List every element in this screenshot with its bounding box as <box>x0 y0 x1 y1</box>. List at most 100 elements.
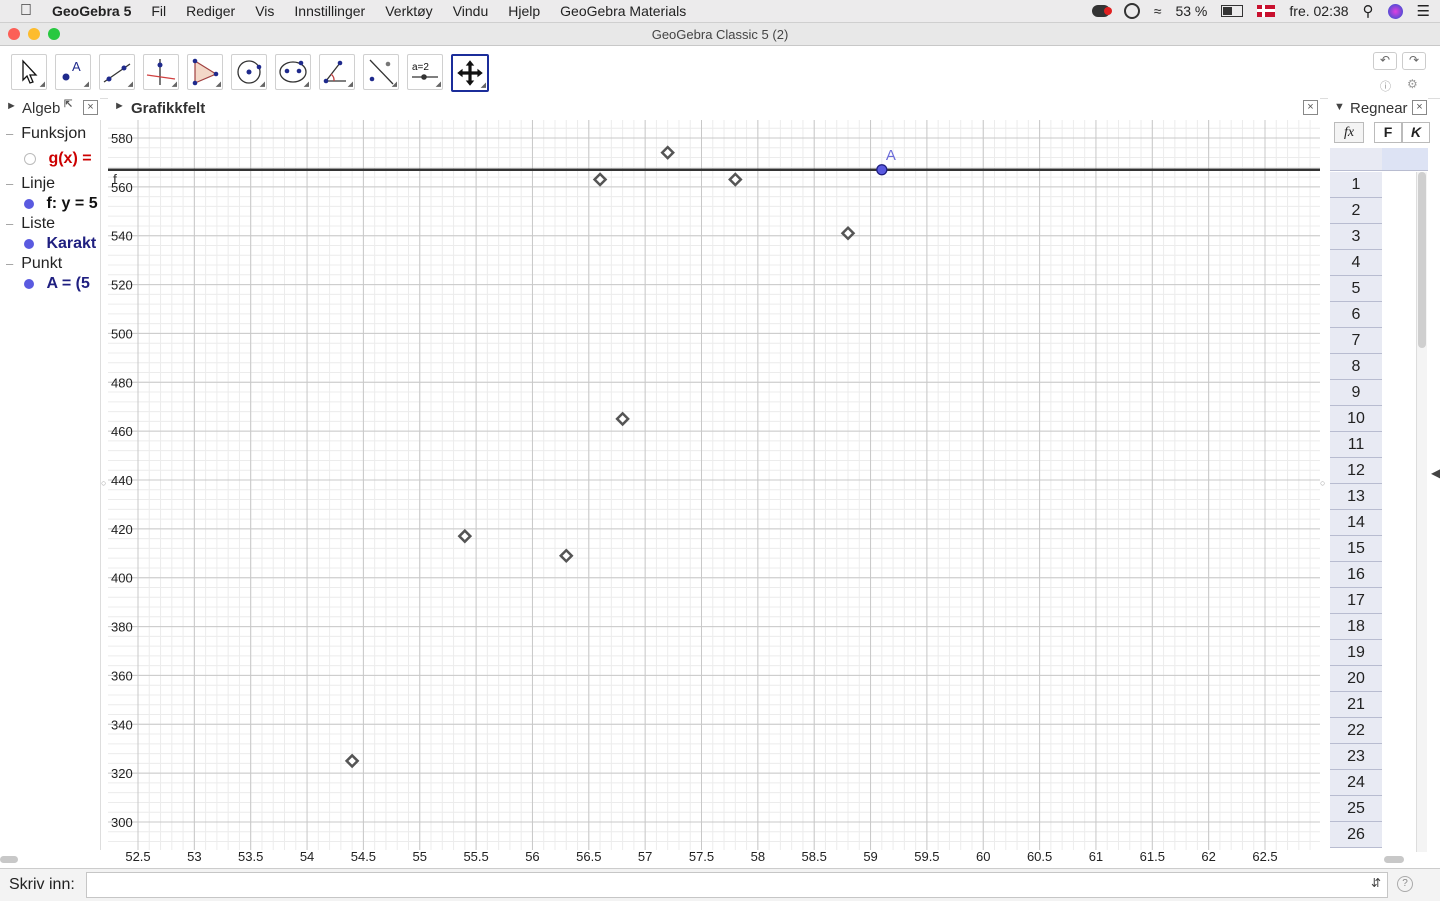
notification-center-icon[interactable]: ☰ <box>1417 2 1430 20</box>
row-header[interactable]: 19 <box>1330 640 1382 666</box>
face-icon[interactable] <box>1123 3 1140 19</box>
menu-verktoy[interactable]: Verktøy <box>385 3 432 19</box>
row-header[interactable]: 26 <box>1330 822 1382 848</box>
ellipse-tool-button[interactable]: ◢ <box>275 54 311 90</box>
row-header[interactable]: 13 <box>1330 484 1382 510</box>
menu-vis[interactable]: Vis <box>255 3 274 19</box>
collapse-minus-icon[interactable]: – <box>6 126 13 141</box>
perpendicular-line-tool-button[interactable]: ◢ <box>143 54 179 90</box>
close-spreadsheet-icon[interactable]: × <box>1412 100 1427 115</box>
row-header[interactable]: 16 <box>1330 562 1382 588</box>
collapse-triangle-icon[interactable]: ► <box>114 100 125 112</box>
algebra-group-header[interactable]: – Funksjon <box>6 125 86 143</box>
row-header[interactable]: 20 <box>1330 666 1382 692</box>
input-help-icon[interactable]: ? <box>1397 876 1413 892</box>
row-header[interactable]: 23 <box>1330 744 1382 770</box>
row-header[interactable]: 10 <box>1330 406 1382 432</box>
row-header[interactable]: 8 <box>1330 354 1382 380</box>
row-header[interactable]: 9 <box>1330 380 1382 406</box>
corner-cell[interactable] <box>1330 148 1382 171</box>
algebra-panel-header[interactable]: ► Algeb ⇱ × <box>0 98 100 120</box>
algebra-item[interactable]: g(x) = <box>24 150 92 168</box>
redo-button[interactable]: ↷ <box>1402 52 1426 70</box>
menu-geogebra-materials[interactable]: GeoGebra Materials <box>560 3 686 19</box>
visibility-toggle-icon[interactable] <box>24 238 34 249</box>
row-header[interactable]: 6 <box>1330 302 1382 328</box>
visibility-toggle-icon[interactable] <box>24 278 34 289</box>
command-input[interactable]: ⇵ <box>86 872 1388 898</box>
clock[interactable]: fre. 02:38 <box>1289 3 1348 19</box>
data-point[interactable] <box>660 145 675 160</box>
row-header[interactable]: 5 <box>1330 276 1382 302</box>
menu-hjelp[interactable]: Hjelp <box>508 3 540 19</box>
visibility-toggle-icon[interactable] <box>24 152 36 165</box>
spreadsheet-horizontal-scrollbar[interactable] <box>1384 856 1404 863</box>
row-header[interactable]: 1 <box>1330 172 1382 198</box>
bold-button[interactable]: F <box>1374 122 1402 143</box>
apple-icon[interactable]:  <box>20 2 32 20</box>
menu-innstillinger[interactable]: Innstillinger <box>294 3 365 19</box>
undo-button[interactable]: ↶ <box>1373 52 1397 70</box>
move-tool-button[interactable]: ◢ <box>11 54 47 90</box>
polygon-tool-button[interactable]: ◢ <box>187 54 223 90</box>
collapse-triangle-icon[interactable]: ► <box>6 100 17 112</box>
spreadsheet-vertical-scrollbar[interactable] <box>1416 172 1427 852</box>
algebra-item[interactable]: A = (5 <box>24 275 90 293</box>
fx-button[interactable]: fx <box>1334 122 1364 143</box>
row-header[interactable]: 22 <box>1330 718 1382 744</box>
collapse-minus-icon[interactable]: – <box>6 256 13 271</box>
graphics-panel-header[interactable]: ► Grafikkfelt × <box>108 98 1320 120</box>
menu-vindu[interactable]: Vindu <box>453 3 489 19</box>
collapse-minus-icon[interactable]: – <box>6 216 13 231</box>
data-point[interactable] <box>558 548 574 563</box>
row-header[interactable]: 4 <box>1330 250 1382 276</box>
expand-triangle-icon[interactable]: ▼ <box>1334 101 1345 113</box>
row-header[interactable]: 17 <box>1330 588 1382 614</box>
left-splitter-handle[interactable]: ○ <box>101 478 106 488</box>
siri-icon[interactable] <box>1387 3 1403 19</box>
move-graphics-view-tool-button[interactable]: ◢ <box>451 54 489 92</box>
battery-icon[interactable] <box>1221 5 1244 17</box>
row-header[interactable]: 3 <box>1330 224 1382 250</box>
row-header[interactable]: 24 <box>1330 770 1382 796</box>
data-point[interactable] <box>615 411 630 427</box>
close-algebra-icon[interactable]: × <box>83 100 98 115</box>
spreadsheet-panel-header[interactable]: ▼ Regnear × <box>1328 98 1428 120</box>
visibility-toggle-icon[interactable] <box>24 198 34 209</box>
collapse-minus-icon[interactable]: – <box>6 176 13 191</box>
row-header[interactable]: 2 <box>1330 198 1382 224</box>
data-point[interactable] <box>344 753 360 769</box>
row-header[interactable]: 12 <box>1330 458 1382 484</box>
flag-icon[interactable] <box>1257 5 1276 17</box>
point-a[interactable] <box>876 164 888 176</box>
italic-button[interactable]: K <box>1402 122 1430 143</box>
data-point[interactable] <box>592 172 608 187</box>
settings-gear-icon[interactable]: ⚙ <box>1407 77 1418 91</box>
row-header[interactable]: 15 <box>1330 536 1382 562</box>
undock-icon[interactable]: ⇱ <box>64 99 72 110</box>
row-header[interactable]: 11 <box>1330 432 1382 458</box>
spreadsheet-view[interactable]: fx F K 1 2 3 4 5 6 7 8 9 10 11 12 13 14 15 16 17 18 19 20 21… <box>1328 120 1430 863</box>
algebra-group-header[interactable]: – Linje <box>6 175 55 193</box>
slider-tool-button[interactable]: a=2 ◢ <box>407 54 443 90</box>
column-header-a[interactable] <box>1382 148 1428 171</box>
line-tool-button[interactable]: ◢ <box>99 54 135 90</box>
algebra-scrollbar[interactable] <box>0 856 18 863</box>
scroll-thumb[interactable] <box>1418 172 1426 348</box>
row-header[interactable]: 7 <box>1330 328 1382 354</box>
close-graphics-icon[interactable]: × <box>1303 100 1318 115</box>
wifi-icon[interactable]: ≈ <box>1154 3 1162 19</box>
creative-cloud-icon[interactable] <box>1091 5 1112 17</box>
data-point[interactable] <box>728 172 743 187</box>
algebra-view[interactable]: – Funksjon g(x) = – Linje f: y = 5– Liste Ka… <box>0 120 101 850</box>
menu-rediger[interactable]: Rediger <box>186 3 235 19</box>
row-header[interactable]: 25 <box>1330 796 1382 822</box>
reflect-tool-button[interactable]: ◢ <box>363 54 399 90</box>
graphics-view[interactable]: 300 320 340 360 380 400 420 440 460 480 500 520 540 5… <box>108 120 1320 864</box>
app-menu[interactable]: GeoGebra 5 <box>52 3 131 19</box>
angle-tool-button[interactable]: ◢ <box>319 54 355 90</box>
algebra-item[interactable]: Karakt <box>24 235 96 253</box>
algebra-group-header[interactable]: – Punkt <box>6 255 62 273</box>
circle-tool-button[interactable]: ◢ <box>231 54 267 90</box>
menu-fil[interactable]: Fil <box>151 3 166 19</box>
